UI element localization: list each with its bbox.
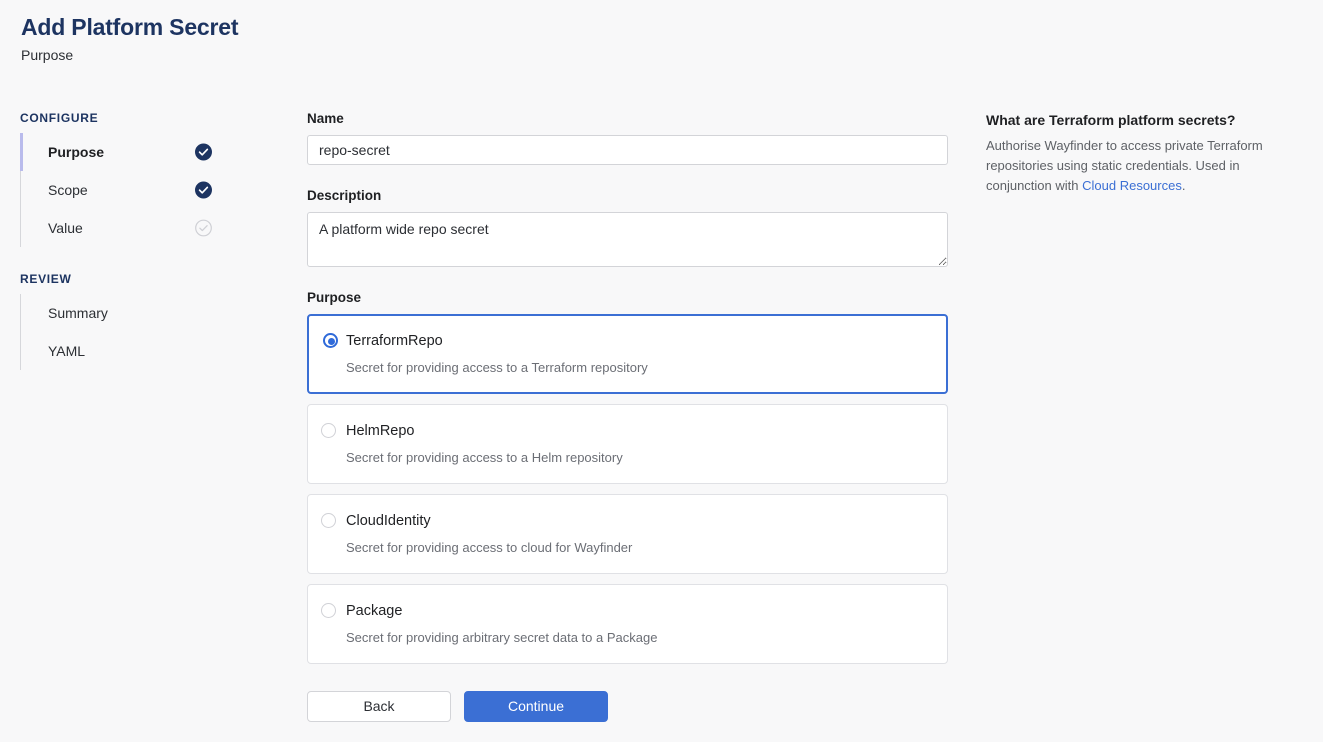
sidebar-item-label: Purpose <box>48 144 105 160</box>
check-circle-filled-icon <box>195 143 212 161</box>
purpose-option-terraformrepo[interactable]: TerraformRepo Secret for providing acces… <box>307 314 948 394</box>
purpose-option-description: Secret for providing access to a Helm re… <box>346 450 623 465</box>
help-panel-body: Authorise Wayfinder to access private Te… <box>986 136 1308 196</box>
radio-selected-icon[interactable] <box>323 333 338 348</box>
purpose-label: Purpose <box>307 290 362 305</box>
help-panel-title: What are Terraform platform secrets? <box>986 112 1236 128</box>
description-label: Description <box>307 188 382 203</box>
sidebar-item-value[interactable]: Value <box>20 209 270 247</box>
check-circle-outline-icon <box>195 219 212 237</box>
page-header: Add Platform Secret Purpose <box>21 12 239 65</box>
back-button[interactable]: Back <box>307 691 451 722</box>
radio-unselected-icon[interactable] <box>321 513 336 528</box>
page-title: Add Platform Secret <box>21 14 239 40</box>
purpose-option-cloudidentity[interactable]: CloudIdentity Secret for providing acces… <box>307 494 948 574</box>
check-circle-filled-icon <box>195 181 212 199</box>
sidebar-item-label: Value <box>48 220 83 236</box>
form-actions: Back Continue <box>307 691 948 722</box>
step-rail <box>20 294 21 332</box>
sidebar-item-purpose[interactable]: Purpose <box>20 133 270 171</box>
step-rail <box>20 171 21 209</box>
purpose-option-description: Secret for providing arbitrary secret da… <box>346 630 658 645</box>
step-list-review: Summary YAML <box>20 294 270 370</box>
step-rail <box>20 209 21 247</box>
sidebar-item-summary[interactable]: Summary <box>20 294 270 332</box>
continue-button[interactable]: Continue <box>464 691 608 722</box>
purpose-radio-group: TerraformRepo Secret for providing acces… <box>307 314 948 664</box>
description-field-block: Description <box>307 187 948 267</box>
sidebar-item-label: Summary <box>48 305 108 321</box>
purpose-option-helmrepo[interactable]: HelmRepo Secret for providing access to … <box>307 404 948 484</box>
secret-form: Name Description Purpose TerraformRepo S… <box>307 110 948 722</box>
radio-unselected-icon[interactable] <box>321 423 336 438</box>
help-body-text-after: . <box>1181 178 1186 193</box>
purpose-field-block: Purpose TerraformRepo Secret for providi… <box>307 289 948 664</box>
radio-unselected-icon[interactable] <box>321 603 336 618</box>
name-field-block: Name <box>307 110 948 165</box>
purpose-option-package[interactable]: Package Secret for providing arbitrary s… <box>307 584 948 664</box>
description-textarea[interactable] <box>307 212 948 267</box>
step-list-configure: Purpose Scope Value <box>20 133 270 247</box>
step-group-title-configure: CONFIGURE <box>20 111 99 125</box>
purpose-option-description: Secret for providing access to a Terrafo… <box>346 360 648 375</box>
purpose-option-description: Secret for providing access to cloud for… <box>346 540 633 555</box>
purpose-option-title: CloudIdentity <box>346 513 431 529</box>
purpose-option-title: HelmRepo <box>346 423 415 439</box>
sidebar-item-yaml[interactable]: YAML <box>20 332 270 370</box>
name-label: Name <box>307 111 344 126</box>
purpose-option-title: TerraformRepo <box>346 333 443 349</box>
cloud-resources-link[interactable]: Cloud Resources <box>1082 178 1182 193</box>
sidebar-item-label: Scope <box>48 182 88 198</box>
sidebar-item-label: YAML <box>48 343 86 359</box>
purpose-option-title: Package <box>346 603 403 619</box>
active-step-rail <box>20 133 23 171</box>
help-panel: What are Terraform platform secrets? Aut… <box>986 110 1308 196</box>
step-rail <box>20 332 21 370</box>
page-subtitle: Purpose <box>21 47 74 63</box>
wizard-stepper: CONFIGURE Purpose Scope Value REVIEW Sum… <box>20 110 270 370</box>
step-group-title-review: REVIEW <box>20 272 72 286</box>
name-input[interactable] <box>307 135 948 165</box>
sidebar-item-scope[interactable]: Scope <box>20 171 270 209</box>
